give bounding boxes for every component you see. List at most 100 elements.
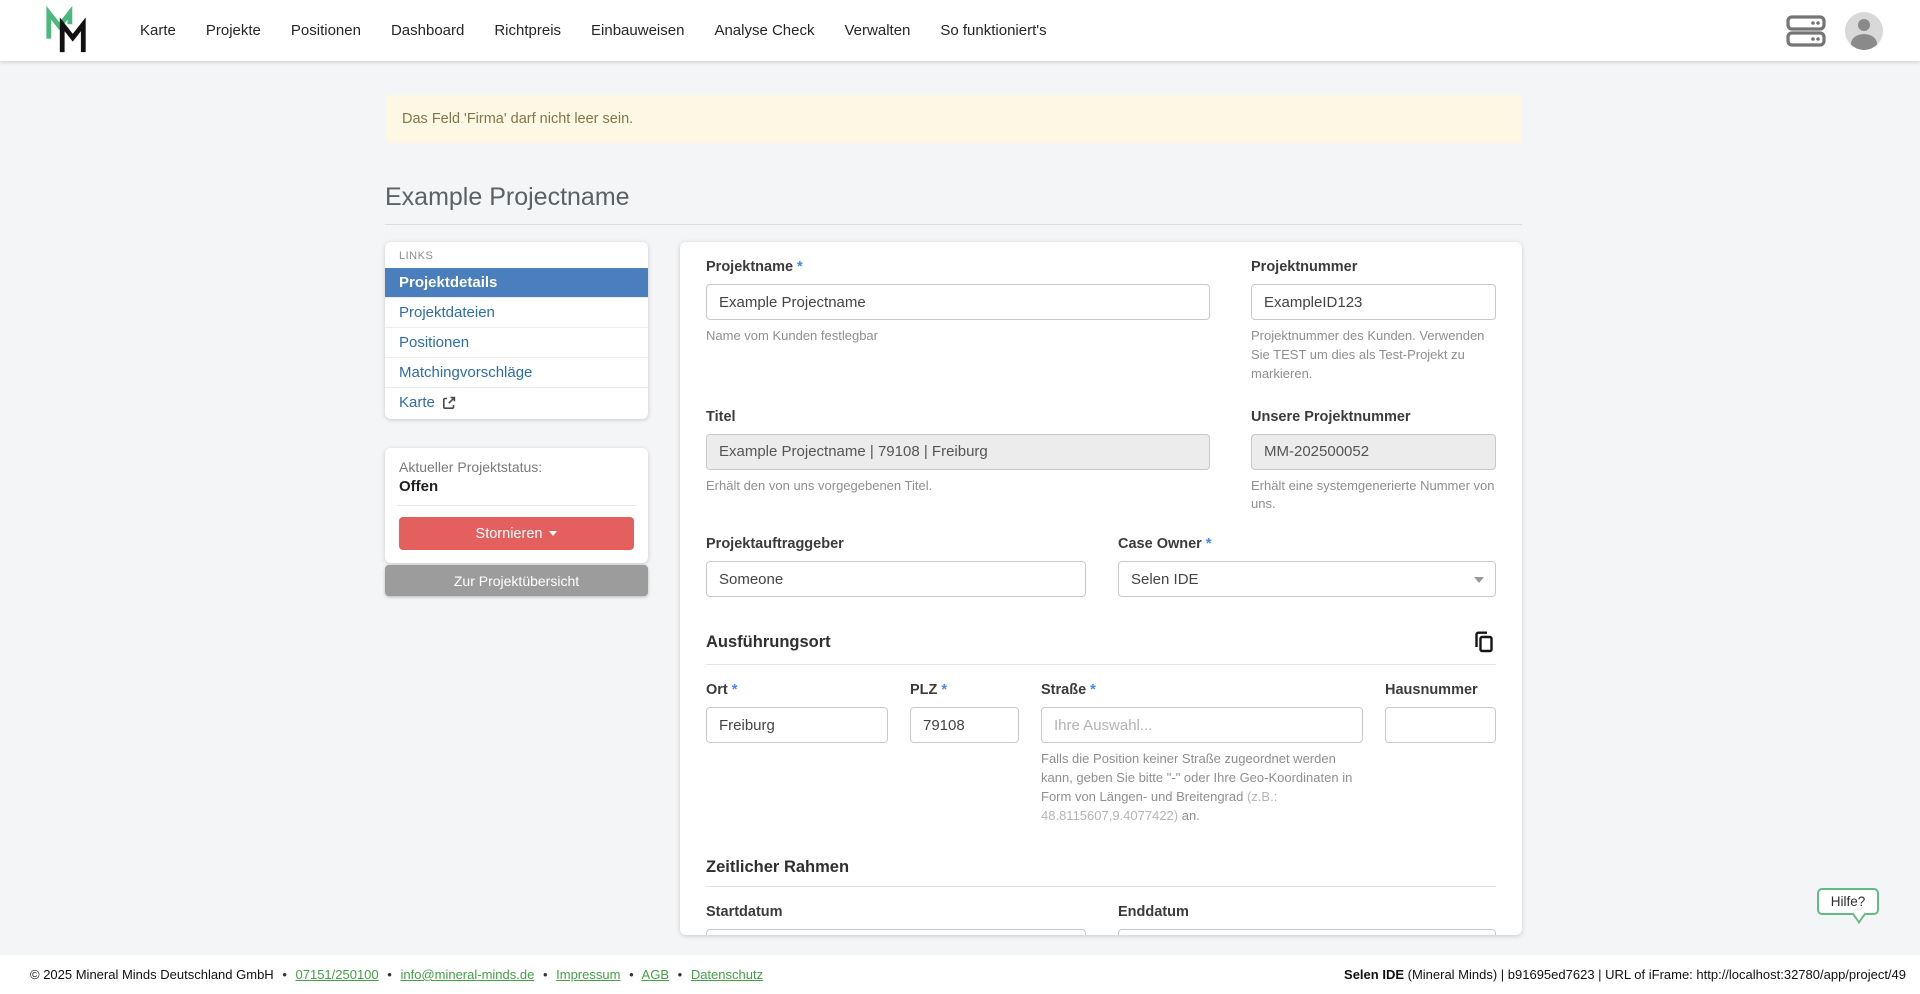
projektnummer-label: Projektnummer — [1251, 259, 1496, 275]
hausnummer-label: Hausnummer — [1385, 682, 1496, 698]
row-auftraggeber-caseowner: Projektauftraggeber Case Owner* Selen ID… — [706, 536, 1496, 597]
footer-session-info: Selen IDE (Mineral Minds) | b91695ed7623… — [1344, 967, 1906, 982]
plz-label: PLZ* — [910, 682, 1019, 698]
nav-item-projekte[interactable]: Projekte — [206, 22, 261, 39]
footer-separator: • — [282, 967, 287, 982]
row-titel-unsere-projektnummer: Titel Erhält den von uns vorgegebenen Ti… — [706, 409, 1496, 515]
nav-item-verwalten[interactable]: Verwalten — [845, 22, 911, 39]
projektnummer-helper: Projektnummer des Kunden. Verwenden Sie … — [1251, 327, 1496, 384]
sidebar-item-matchingvorschlaege[interactable]: Matchingvorschläge — [385, 357, 648, 387]
projektname-input[interactable] — [706, 284, 1210, 320]
project-status-card: Aktueller Projektstatus: Offen Storniere… — [385, 448, 648, 563]
zeitlicher-rahmen-title: Zeitlicher Rahmen — [706, 858, 849, 877]
footer-user: Selen IDE — [1344, 967, 1404, 982]
strasse-label: Straße* — [1041, 682, 1363, 698]
case-owner-label: Case Owner* — [1118, 536, 1496, 552]
startdatum-label: Startdatum — [706, 904, 1086, 920]
field-hausnummer: Hausnummer — [1385, 682, 1496, 743]
ort-input[interactable] — [706, 707, 888, 743]
sidebar-item-label: Projektdetails — [399, 274, 497, 291]
unsere-projektnummer-input — [1251, 434, 1496, 470]
footer-link-impressum[interactable]: Impressum — [556, 967, 620, 982]
nav-item-karte[interactable]: Karte — [140, 22, 176, 39]
footer-separator: • — [678, 967, 683, 982]
nav-right-icons — [1785, 12, 1883, 50]
footer-copyright: © 2025 Mineral Minds Deutschland GmbH — [30, 967, 274, 982]
footer-link-datenschutz[interactable]: Datenschutz — [691, 967, 763, 982]
user-avatar-icon[interactable] — [1845, 12, 1883, 50]
project-details-form: Projektname* Name vom Kunden festlegbar … — [680, 242, 1522, 935]
field-projektname: Projektname* Name vom Kunden festlegbar — [706, 259, 1210, 346]
field-case-owner: Case Owner* Selen IDE — [1118, 536, 1496, 597]
case-owner-selected-value: Selen IDE — [1131, 571, 1199, 588]
footer-session-details: (Mineral Minds) | b91695ed7623 | URL of … — [1404, 967, 1906, 982]
section-zeitlicher-rahmen: Zeitlicher Rahmen Startdatum Enddatum — [706, 858, 1496, 935]
zur-projektuebersicht-button[interactable]: Zur Projektübersicht — [385, 565, 648, 596]
avatar-head — [1858, 19, 1870, 31]
field-titel: Titel Erhält den von uns vorgegebenen Ti… — [706, 409, 1210, 496]
mineral-minds-logo[interactable] — [44, 6, 90, 56]
copy-icon[interactable] — [1472, 629, 1496, 655]
footer-left: © 2025 Mineral Minds Deutschland GmbH • … — [30, 967, 763, 982]
required-asterisk: * — [941, 682, 947, 698]
footer-link-phone[interactable]: 07151/250100 — [296, 967, 379, 982]
projektname-label: Projektname* — [706, 259, 1210, 275]
row-daten: Startdatum Enddatum — [706, 904, 1496, 935]
field-ort: Ort* — [706, 682, 888, 743]
page-title: Example Projectname — [385, 183, 630, 212]
required-asterisk: * — [1090, 682, 1096, 698]
help-button[interactable]: Hilfe? — [1817, 888, 1879, 915]
section-ausfuehrungsort: Ausführungsort Ort* PLZ* — [706, 629, 1496, 825]
projektauftraggeber-input[interactable] — [706, 561, 1086, 597]
nav-item-positionen[interactable]: Positionen — [291, 22, 361, 39]
server-stack-icon[interactable] — [1785, 14, 1827, 48]
enddatum-input[interactable] — [1118, 929, 1496, 935]
startdatum-input[interactable] — [706, 929, 1086, 935]
projektauftraggeber-label: Projektauftraggeber — [706, 536, 1086, 552]
row-projektname-projektnummer: Projektname* Name vom Kunden festlegbar … — [706, 259, 1496, 384]
sidebar-item-label: Karte — [399, 394, 435, 411]
field-strasse: Straße* Falls die Position keiner Straße… — [1041, 682, 1363, 825]
stornieren-label: Stornieren — [476, 526, 543, 542]
footer-separator: • — [629, 967, 634, 982]
sidebar-links-card: LINKS Projektdetails Projektdateien Posi… — [385, 242, 648, 419]
field-startdatum: Startdatum — [706, 904, 1086, 935]
case-owner-select[interactable]: Selen IDE — [1118, 561, 1496, 597]
required-asterisk: * — [732, 682, 738, 698]
row-adresse: Ort* PLZ* Straße* Falls die Position kei… — [706, 682, 1496, 825]
field-enddatum: Enddatum — [1118, 904, 1496, 935]
stornieren-button[interactable]: Stornieren — [399, 517, 634, 550]
unsere-projektnummer-helper: Erhält eine systemgenerierte Nummer von … — [1251, 477, 1496, 515]
nav-item-so-funktionierts[interactable]: So funktioniert's — [940, 22, 1046, 39]
titel-input — [706, 434, 1210, 470]
footer-link-email[interactable]: info@mineral-minds.de — [400, 967, 534, 982]
nav-item-dashboard[interactable]: Dashboard — [391, 22, 464, 39]
nav-item-richtpreis[interactable]: Richtpreis — [494, 22, 561, 39]
sidebar-item-label: Matchingvorschläge — [399, 364, 532, 381]
sidebar-item-projektdetails[interactable]: Projektdetails — [385, 268, 648, 297]
ort-label: Ort* — [706, 682, 888, 698]
nav-item-analyse-check[interactable]: Analyse Check — [714, 22, 814, 39]
plz-input[interactable] — [910, 707, 1019, 743]
sidebar-item-positionen[interactable]: Positionen — [385, 327, 648, 357]
sidebar-item-label: Positionen — [399, 334, 469, 351]
hausnummer-input[interactable] — [1385, 707, 1496, 743]
projektnummer-input[interactable] — [1251, 284, 1496, 320]
titel-helper: Erhält den von uns vorgegebenen Titel. — [706, 477, 1210, 496]
main-menu: Karte Projekte Positionen Dashboard Rich… — [140, 22, 1047, 39]
section-divider — [706, 886, 1496, 887]
status-value: Offen — [399, 478, 634, 495]
nav-item-einbauweisen[interactable]: Einbauweisen — [591, 22, 684, 39]
footer-separator: • — [387, 967, 392, 982]
section-divider — [706, 664, 1496, 665]
chevron-down-icon — [1474, 577, 1484, 583]
caret-down-icon — [549, 531, 557, 536]
field-plz: PLZ* — [910, 682, 1019, 743]
sidebar-item-karte[interactable]: Karte — [385, 387, 648, 417]
strasse-helper: Falls die Position keiner Straße zugeord… — [1041, 750, 1363, 825]
sidebar-item-projektdateien[interactable]: Projektdateien — [385, 297, 648, 327]
strasse-input[interactable] — [1041, 707, 1363, 743]
alert-message: Das Feld 'Firma' darf nicht leer sein. — [402, 111, 633, 127]
footer-link-agb[interactable]: AGB — [642, 967, 669, 982]
titel-label: Titel — [706, 409, 1210, 425]
